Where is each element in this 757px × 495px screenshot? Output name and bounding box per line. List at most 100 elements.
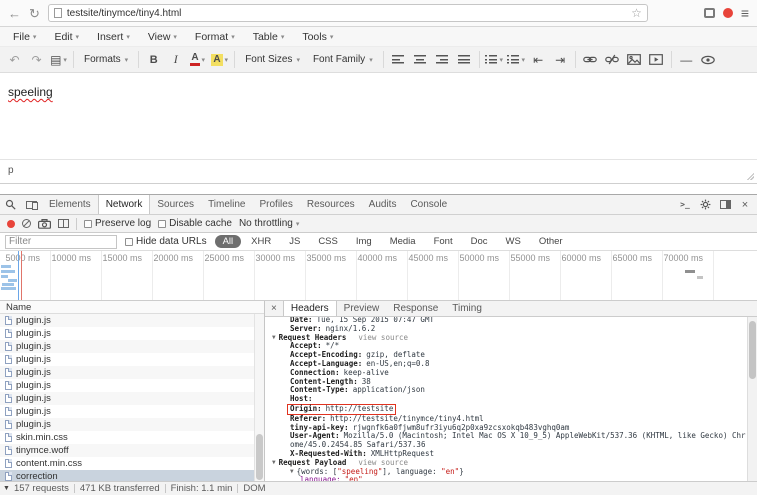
tab-profiles[interactable]: Profiles <box>252 195 299 214</box>
filter-ws[interactable]: WS <box>498 235 529 248</box>
table-row[interactable]: plugin.js <box>0 392 264 405</box>
tab-resources[interactable]: Resources <box>300 195 362 214</box>
menu-view[interactable]: View▾ <box>139 27 186 46</box>
table-row[interactable]: plugin.js <box>0 340 264 353</box>
undo-button[interactable]: ↶ <box>4 49 25 70</box>
font-sizes-dropdown[interactable]: Font Sizes▾ <box>239 49 306 70</box>
filter-other[interactable]: Other <box>531 235 571 248</box>
device-mode-button[interactable] <box>21 195 42 214</box>
tab-timing[interactable]: Timing <box>445 301 489 316</box>
table-row[interactable]: tinymce.woff <box>0 444 264 457</box>
record-button[interactable] <box>7 220 15 228</box>
align-justify-button[interactable] <box>454 49 475 70</box>
tab-response[interactable]: Response <box>386 301 445 316</box>
back-icon[interactable]: ← <box>8 7 21 20</box>
outdent-button[interactable]: ⇤ <box>528 49 549 70</box>
disable-cache-toggle[interactable]: Disable cache <box>158 218 232 229</box>
insert-image-button[interactable] <box>624 49 645 70</box>
filter-all[interactable]: All <box>215 235 242 248</box>
bookmark-star-icon[interactable]: ☆ <box>631 6 642 20</box>
filter-doc[interactable]: Doc <box>463 235 496 248</box>
editor-content[interactable]: speeling <box>0 73 757 160</box>
network-overview-timeline[interactable]: 5000 ms 10000 ms 15000 ms 20000 ms 25000… <box>0 251 757 301</box>
tab-audits[interactable]: Audits <box>362 195 404 214</box>
filter-font[interactable]: Font <box>426 235 461 248</box>
console-drawer-button[interactable]: >_ <box>677 200 693 209</box>
bullet-list-button[interactable]: ▾ <box>484 49 505 70</box>
record-indicator-icon[interactable] <box>723 8 733 18</box>
view-source-link[interactable]: view source <box>358 333 408 342</box>
italic-button[interactable]: I <box>165 49 186 70</box>
filter-media[interactable]: Media <box>382 235 424 248</box>
insert-media-button[interactable] <box>646 49 667 70</box>
tab-preview[interactable]: Preview <box>337 301 387 316</box>
details-scrollbar[interactable] <box>747 317 757 482</box>
table-row[interactable]: plugin.js <box>0 353 264 366</box>
align-right-button[interactable] <box>432 49 453 70</box>
filter-css[interactable]: CSS <box>310 235 346 248</box>
filter-input[interactable] <box>5 235 117 249</box>
inspect-element-button[interactable] <box>0 195 21 214</box>
tab-elements[interactable]: Elements <box>42 195 98 214</box>
headers-content[interactable]: Date:Tue, 15 Sep 2015 07:47 GMT Server:n… <box>265 317 747 482</box>
tab-timeline[interactable]: Timeline <box>201 195 252 214</box>
element-path[interactable]: p <box>8 165 14 176</box>
paste-button[interactable]: ▤▾ <box>48 49 69 70</box>
indent-button[interactable]: ⇥ <box>550 49 571 70</box>
clear-button[interactable] <box>22 219 31 228</box>
view-columns-icon[interactable] <box>58 219 69 228</box>
scrollbar-thumb[interactable] <box>749 321 756 379</box>
misspelled-word[interactable]: speeling <box>8 85 53 99</box>
menu-insert[interactable]: Insert▾ <box>88 27 139 46</box>
preserve-log-toggle[interactable]: Preserve log <box>84 218 151 229</box>
table-row[interactable]: plugin.js <box>0 366 264 379</box>
devtools-close-button[interactable]: × <box>737 199 753 211</box>
tab-network[interactable]: Network <box>98 195 151 214</box>
menu-edit[interactable]: Edit▾ <box>45 27 88 46</box>
table-row[interactable]: content.min.css <box>0 457 264 470</box>
tab-console[interactable]: Console <box>403 195 454 214</box>
throttling-dropdown[interactable]: No throttling▾ <box>239 218 299 229</box>
bold-button[interactable]: B <box>143 49 164 70</box>
numbered-list-button[interactable]: ▾ <box>506 49 527 70</box>
table-row[interactable]: plugin.js <box>0 405 264 418</box>
browser-menu-icon[interactable]: ≡ <box>741 6 749 20</box>
screenshot-capture-button[interactable] <box>38 219 51 229</box>
hide-data-urls-toggle[interactable]: Hide data URLs <box>125 236 207 247</box>
resize-handle[interactable] <box>746 172 754 180</box>
text-color-button[interactable]: A▾ <box>187 49 208 70</box>
details-close-button[interactable]: × <box>265 301 283 316</box>
formats-dropdown[interactable]: Formats▾ <box>78 49 134 70</box>
reload-icon[interactable]: ↻ <box>29 7 40 20</box>
scroll-down-icon[interactable]: ▼ <box>3 485 10 492</box>
settings-button[interactable] <box>697 199 713 210</box>
view-source-link[interactable]: view source <box>358 458 408 467</box>
tab-sources[interactable]: Sources <box>150 195 201 214</box>
preview-button[interactable] <box>698 49 719 70</box>
align-left-button[interactable] <box>388 49 409 70</box>
menu-table[interactable]: Table▾ <box>244 27 294 46</box>
requests-scrollbar[interactable] <box>254 314 264 482</box>
table-row[interactable]: plugin.js <box>0 418 264 431</box>
address-bar[interactable]: testsite/tinymce/tiny4.html ☆ <box>48 4 648 22</box>
tab-headers[interactable]: Headers <box>283 301 337 316</box>
table-row[interactable]: plugin.js <box>0 314 264 327</box>
horizontal-rule-button[interactable]: — <box>676 49 697 70</box>
filter-js[interactable]: JS <box>281 235 308 248</box>
name-column-header[interactable]: Name <box>0 301 264 314</box>
scrollbar-thumb[interactable] <box>256 434 263 480</box>
menu-format[interactable]: Format▾ <box>186 27 244 46</box>
background-color-button[interactable]: A▾ <box>209 49 230 70</box>
align-center-button[interactable] <box>410 49 431 70</box>
table-row[interactable]: skin.min.css <box>0 431 264 444</box>
dock-side-button[interactable] <box>717 200 733 209</box>
menu-tools[interactable]: Tools▾ <box>293 27 342 46</box>
insert-link-button[interactable] <box>580 49 601 70</box>
extension-icon[interactable] <box>704 8 715 18</box>
table-row[interactable]: plugin.js <box>0 327 264 340</box>
redo-button[interactable]: ↷ <box>26 49 47 70</box>
filter-xhr[interactable]: XHR <box>243 235 279 248</box>
filter-img[interactable]: Img <box>348 235 380 248</box>
table-row[interactable]: plugin.js <box>0 379 264 392</box>
remove-link-button[interactable] <box>602 49 623 70</box>
